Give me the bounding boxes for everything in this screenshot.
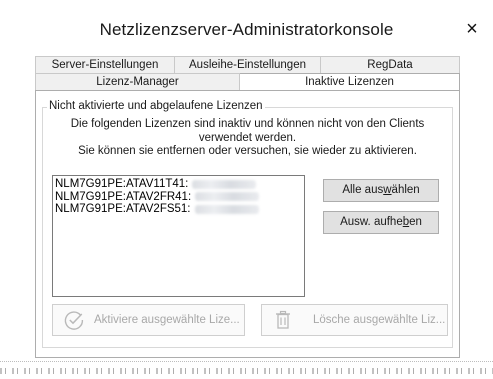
- description-text: Die folgenden Lizenzen sind inaktiv und …: [51, 118, 444, 159]
- select-all-label-a: Alle aus: [342, 184, 384, 196]
- tab-inactive-licenses[interactable]: Inaktive Lizenzen: [240, 73, 460, 90]
- select-all-label-b: ählen: [391, 184, 420, 196]
- deselect-button[interactable]: Ausw. aufheben: [323, 211, 439, 234]
- activate-selected-label: Aktiviere ausgewählte Lize...: [94, 314, 240, 326]
- license-list[interactable]: NLM7G91PE:ATAV11T41: NLM7G91PE:ATAV2FR41…: [52, 175, 305, 297]
- list-item[interactable]: NLM7G91PE:ATAV11T41:: [55, 178, 302, 191]
- trash-icon: [276, 310, 290, 329]
- delete-selected-button[interactable]: Lösche ausgewählte Liz...: [261, 304, 448, 336]
- description-line-3: Sie können sie entfernen oder versuchen,…: [78, 145, 417, 157]
- admin-console-window: Netzlizenzserver-Administratorkonsole × …: [0, 0, 493, 379]
- close-icon[interactable]: ×: [459, 16, 485, 42]
- deselect-label-b: en: [409, 216, 422, 228]
- title-bar: Netzlizenzserver-Administratorkonsole ×: [0, 0, 493, 46]
- cropped-text-fragment: [0, 368, 493, 374]
- dialog-body: Server-Einstellungen Ausleihe-Einstellun…: [0, 46, 493, 361]
- redacted-value: [195, 192, 260, 202]
- list-item[interactable]: NLM7G91PE:ATAV2FR41:: [55, 191, 302, 204]
- group-legend: Nicht aktivierte und abgelaufene Lizenze…: [47, 100, 265, 112]
- delete-selected-label: Lösche ausgewählte Liz...: [313, 314, 446, 326]
- list-item[interactable]: NLM7G91PE:ATAV2FS51:: [55, 203, 302, 216]
- license-id: NLM7G91PE:ATAV2FS51:: [55, 203, 191, 215]
- redacted-value: [194, 204, 259, 214]
- license-id: NLM7G91PE:ATAV11T41:: [55, 178, 189, 190]
- cropped-edge: [0, 361, 493, 379]
- select-all-mnemonic: w: [383, 184, 392, 196]
- tab-panel-inactive-licenses: Nicht aktivierte und abgelaufene Lizenze…: [35, 90, 460, 358]
- redacted-value: [192, 179, 257, 189]
- tab-license-manager[interactable]: Lizenz-Manager: [35, 73, 240, 90]
- window-title: Netzlizenzserver-Administratorkonsole: [99, 20, 394, 39]
- select-all-button[interactable]: Alle auswählen: [323, 179, 439, 202]
- license-id: NLM7G91PE:ATAV2FR41:: [55, 190, 192, 203]
- tab-server-settings[interactable]: Server-Einstellungen: [35, 56, 175, 73]
- tab-regdata[interactable]: RegData: [321, 56, 460, 73]
- activate-selected-button[interactable]: Aktiviere ausgewählte Lize...: [52, 304, 245, 336]
- deselect-label-a: Ausw. aufhe: [340, 216, 403, 228]
- description-line-1: Die folgenden Lizenzen sind inaktiv und …: [70, 118, 425, 130]
- tab-row-1: Server-Einstellungen Ausleihe-Einstellun…: [35, 56, 460, 73]
- description-line-2: verwendet werden.: [198, 131, 297, 144]
- inactive-licenses-group: Nicht aktivierte und abgelaufene Lizenze…: [42, 100, 453, 348]
- tab-row-2: Lizenz-Manager Inaktive Lizenzen: [35, 73, 460, 90]
- tab-borrow-settings[interactable]: Ausleihe-Einstellungen: [175, 56, 321, 73]
- checkmark-circle-icon: [64, 311, 84, 330]
